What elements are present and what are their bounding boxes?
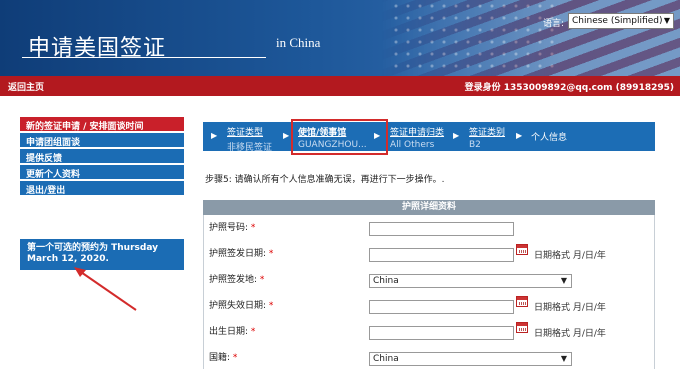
step-label: 签证申请归类 — [390, 128, 445, 138]
select-value: China — [373, 354, 399, 364]
sidebar-item-label: 更新个人资料 — [26, 170, 81, 180]
sidebar-item-new-application[interactable]: 新的签证申请 / 安排面谈时间 — [20, 117, 184, 132]
passport-panel — [203, 215, 655, 369]
step-label: 签证类别 — [469, 128, 506, 138]
language-select[interactable]: Chinese (Simplified) ▼ — [568, 13, 674, 29]
date-format-hint: 日期格式 月/日/年 — [534, 251, 606, 261]
step-application-category[interactable]: 签证申请归类 All Others — [390, 125, 444, 150]
passport-number-input[interactable] — [369, 222, 514, 236]
chevron-down-icon: ▼ — [560, 354, 567, 363]
chevron-right-icon: ▶ — [283, 131, 290, 140]
sidebar-item-label: 提供反馈 — [26, 154, 63, 164]
calendar-icon[interactable] — [516, 322, 528, 333]
sidebar-item-feedback[interactable]: 提供反馈 — [20, 149, 184, 164]
calendar-icon[interactable] — [516, 244, 528, 255]
title-underline — [22, 57, 266, 58]
sidebar-item-group-interview[interactable]: 申请团组面谈 — [20, 133, 184, 148]
step-instruction: 步骤5: 请确认所有个人信息准确无误，再进行下一步操作。. — [205, 175, 445, 185]
home-link[interactable]: 返回主页 — [8, 80, 44, 93]
passport-expiry-date-label: 护照失效日期: * — [209, 301, 274, 311]
passport-expiry-date-input[interactable] — [369, 300, 514, 314]
passport-issue-place-select[interactable]: China ▼ — [369, 274, 572, 288]
site-subtitle: in China — [276, 35, 321, 50]
sidebar-item-label: 新的签证申请 / 安排面谈时间 — [26, 122, 144, 132]
chevron-down-icon: ▼ — [663, 16, 670, 25]
progress-steps-bar: ▶ 签证类型 非移民签证 ▶ 使馆/领事馆 GUANGZHOU... ▶ 签证申… — [203, 122, 655, 153]
sidebar-item-logout[interactable]: 退出/登出 — [20, 181, 184, 196]
sidebar-item-label: 退出/登出 — [26, 186, 66, 196]
date-format-hint: 日期格式 月/日/年 — [534, 329, 606, 339]
step-value: B2 — [469, 140, 481, 150]
date-format-hint: 日期格式 月/日/年 — [534, 303, 606, 313]
calendar-icon[interactable] — [516, 296, 528, 307]
chevron-right-icon: ▶ — [211, 131, 218, 140]
nationality-select[interactable]: China ▼ — [369, 352, 572, 366]
sidebar-item-label: 申请团组面谈 — [26, 138, 81, 148]
passport-issue-date-input[interactable] — [369, 248, 514, 262]
chevron-down-icon: ▼ — [560, 276, 567, 285]
passport-issue-date-label: 护照签发日期: * — [209, 249, 274, 259]
header-banner: 申请美国签证 in China 语言: Chinese (Simplified)… — [0, 0, 680, 76]
step-visa-type[interactable]: 签证类型 非移民签证 — [227, 125, 272, 153]
annotation-arrow-icon — [74, 267, 137, 311]
step-label: 签证类型 — [227, 128, 264, 138]
language-select-value: Chinese (Simplified) — [572, 16, 663, 26]
chevron-right-icon: ▶ — [516, 131, 523, 140]
passport-section-title: 护照详细资料 — [203, 200, 655, 215]
login-info: 登录身份 1353009892@qq.com (89918295) — [464, 83, 674, 93]
step-label: 个人信息 — [531, 133, 568, 143]
annotation-highlight-box — [291, 119, 388, 155]
passport-issue-place-label: 护照签发地: * — [209, 275, 265, 285]
birth-date-input[interactable] — [369, 326, 514, 340]
chevron-right-icon: ▶ — [453, 131, 460, 140]
top-nav-bar: 返回主页 登录身份 1353009892@qq.com (89918295) — [0, 76, 680, 96]
step-visa-class[interactable]: 签证类别 B2 — [469, 125, 505, 150]
birth-date-label: 出生日期: * — [209, 327, 256, 337]
step-personal-info: 个人信息 — [531, 130, 567, 143]
passport-number-label: 护照号码: * — [209, 223, 256, 233]
flag-stripes-decoration — [380, 0, 680, 76]
select-value: China — [373, 276, 399, 286]
language-label: 语言: — [543, 19, 565, 29]
nationality-label: 国籍: * — [209, 353, 238, 363]
sidebar-item-update-profile[interactable]: 更新个人资料 — [20, 165, 184, 180]
step-value: 非移民签证 — [227, 143, 273, 153]
step-value: All Others — [390, 140, 435, 150]
